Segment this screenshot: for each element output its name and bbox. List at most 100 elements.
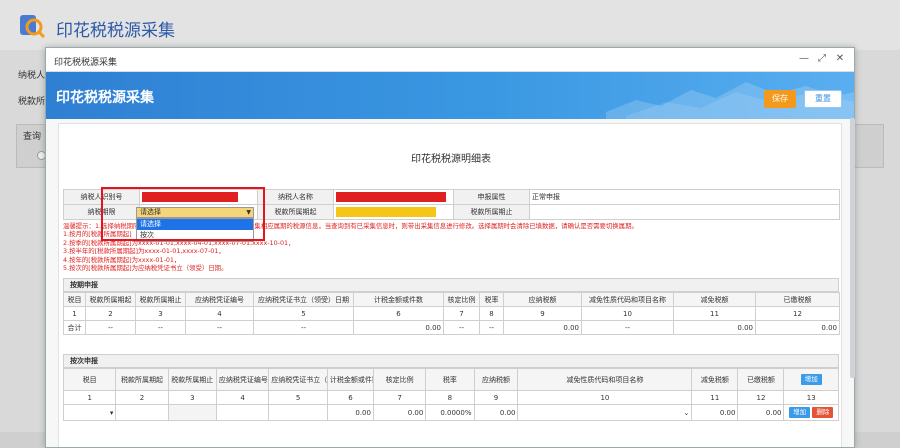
col-header: 税款所属期止	[135, 292, 186, 307]
total-cell: --	[185, 320, 254, 335]
col-header: 减免性质代码和项目名称	[517, 368, 693, 391]
chevron-down-icon: ▾	[109, 408, 114, 417]
total-label: 合计	[63, 320, 86, 335]
col-header: 核定比例	[372, 368, 427, 391]
col-header: 税款所属期起	[85, 292, 136, 307]
total-cell: 0.00	[755, 320, 840, 335]
row-add-button[interactable]: 增加	[789, 407, 811, 418]
row-delete-button[interactable]: 删除	[812, 407, 834, 418]
declare-attr-value: 正常申报	[529, 189, 840, 205]
index-cell: 12	[737, 390, 785, 405]
tax-payable-cell: 0.00	[473, 404, 519, 421]
relief-amount-cell[interactable]: 0.00	[691, 404, 739, 421]
col-header: 应纳税额	[473, 368, 519, 391]
total-cell: --	[581, 320, 674, 335]
sheet-title: 印花税税源明细表	[411, 154, 491, 165]
period-start-input[interactable]	[333, 204, 454, 220]
col-header: 税率	[425, 368, 475, 391]
tax-item-select[interactable]: ▾	[62, 404, 117, 421]
tip-line: 5.按次的[税款所属期起]为应纳税凭证书立（领受）日期。	[63, 264, 228, 273]
period-table: 税目 税款所属期起 税款所属期止 应纳税凭证编号 应纳税凭证书立（领受）日期 计…	[63, 292, 840, 335]
index-cell: 4	[185, 306, 254, 321]
total-cell: 0.00	[353, 320, 444, 335]
index-cell: 9	[473, 390, 519, 405]
index-cell: 4	[215, 390, 270, 405]
declare-attr-label: 申报属性	[453, 189, 530, 205]
col-header: 减免性质代码和项目名称	[581, 292, 674, 307]
total-cell: --	[85, 320, 136, 335]
taxpayer-name-value	[333, 189, 454, 205]
tip-line: 3.按半年的[税款所属期起]为xxxx-01-01,xxxx-07-01，	[63, 247, 225, 256]
chevron-down-icon: ⌄	[683, 408, 690, 417]
period-end-label: 税款所属期止	[453, 204, 530, 220]
minimize-icon[interactable]: —	[798, 53, 810, 65]
index-cell: 10	[517, 390, 693, 405]
col-header: 应纳税凭证书立（领受）日期	[268, 368, 328, 391]
col-header: 计税金额或件数	[326, 368, 374, 391]
period-start-cell[interactable]	[115, 404, 169, 421]
paid-amount-cell[interactable]: 0.00	[737, 404, 785, 421]
reset-button[interactable]: 重置	[804, 90, 842, 108]
per-time-section-title: 按次申报	[63, 354, 839, 368]
modal-titlebar: 印花税税源采集 — ⤢ ✕	[46, 48, 854, 72]
background-title: 印花税税源采集	[56, 21, 175, 41]
search-logo-icon	[20, 15, 46, 39]
col-header: 应纳税凭证编号	[215, 368, 270, 391]
index-cell: 3	[135, 306, 186, 321]
background-query-label: 查询	[23, 132, 42, 142]
maximize-icon[interactable]: ⤢	[816, 53, 828, 65]
col-header: 税款所属期止	[167, 368, 217, 391]
close-icon[interactable]: ✕	[834, 53, 846, 65]
taxpayer-name-label: 纳税人名称	[257, 189, 334, 205]
index-cell: 3	[167, 390, 217, 405]
index-cell: 6	[326, 390, 374, 405]
ratio-cell[interactable]: 0.00	[372, 404, 427, 421]
add-header-cell: 增加	[783, 368, 839, 391]
index-cell: 11	[691, 390, 739, 405]
relief-code-select[interactable]: ⌄	[517, 404, 693, 421]
col-header: 税率	[479, 292, 504, 307]
period-section-title: 按期申报	[63, 278, 839, 292]
total-cell: 0.00	[503, 320, 582, 335]
annotation-highlight-box	[101, 187, 265, 241]
row-actions: 增加 删除	[783, 404, 839, 421]
col-header: 已缴税额	[737, 368, 785, 391]
total-cell: --	[443, 320, 480, 335]
modal-banner: 印花税税源采集	[46, 72, 854, 119]
index-cell: 9	[503, 306, 582, 321]
col-header: 核定比例	[443, 292, 480, 307]
total-cell: --	[479, 320, 504, 335]
total-cell: --	[135, 320, 186, 335]
voucher-no-cell[interactable]	[215, 404, 270, 421]
index-cell: 5	[253, 306, 354, 321]
index-cell: 7	[372, 390, 427, 405]
index-cell: 11	[673, 306, 756, 321]
per-time-table: 税目 税款所属期起 税款所属期止 应纳税凭证编号 应纳税凭证书立（领受）日期 计…	[62, 368, 839, 421]
index-cell: 1	[62, 390, 117, 405]
tip-line: 4.按年的[税款所属期起]为xxxx-01-01，	[63, 255, 181, 264]
index-cell: 6	[353, 306, 444, 321]
col-header: 计税金额或件数	[353, 292, 444, 307]
scrollbar[interactable]	[850, 118, 855, 378]
col-header: 税款所属期起	[115, 368, 169, 391]
modal-content: 印花税税源明细表 纳税人识别号 纳税人名称 申报属性 正常申报 纳税期限 税款所…	[46, 119, 854, 447]
index-cell: 2	[85, 306, 136, 321]
voucher-date-cell[interactable]	[268, 404, 328, 421]
amount-cell[interactable]: 0.00	[326, 404, 374, 421]
period-end-cell[interactable]	[167, 404, 217, 421]
index-cell: 2	[115, 390, 169, 405]
rate-cell: 0.0000%	[425, 404, 475, 421]
index-cell: 8	[479, 306, 504, 321]
save-button[interactable]: 保存	[764, 90, 796, 108]
index-cell: 10	[581, 306, 674, 321]
col-header: 税目	[63, 292, 86, 307]
redacted-taxpayer-name	[336, 192, 446, 202]
col-header: 减免税额	[691, 368, 739, 391]
period-end-input[interactable]	[529, 204, 840, 220]
index-cell: 12	[755, 306, 840, 321]
add-row-button[interactable]: 增加	[800, 374, 822, 385]
detail-sheet: 印花税税源明细表 纳税人识别号 纳税人名称 申报属性 正常申报 纳税期限 税款所…	[58, 123, 842, 447]
index-cell: 8	[425, 390, 475, 405]
background-period-label: 税款所	[18, 97, 46, 107]
index-cell: 5	[268, 390, 328, 405]
